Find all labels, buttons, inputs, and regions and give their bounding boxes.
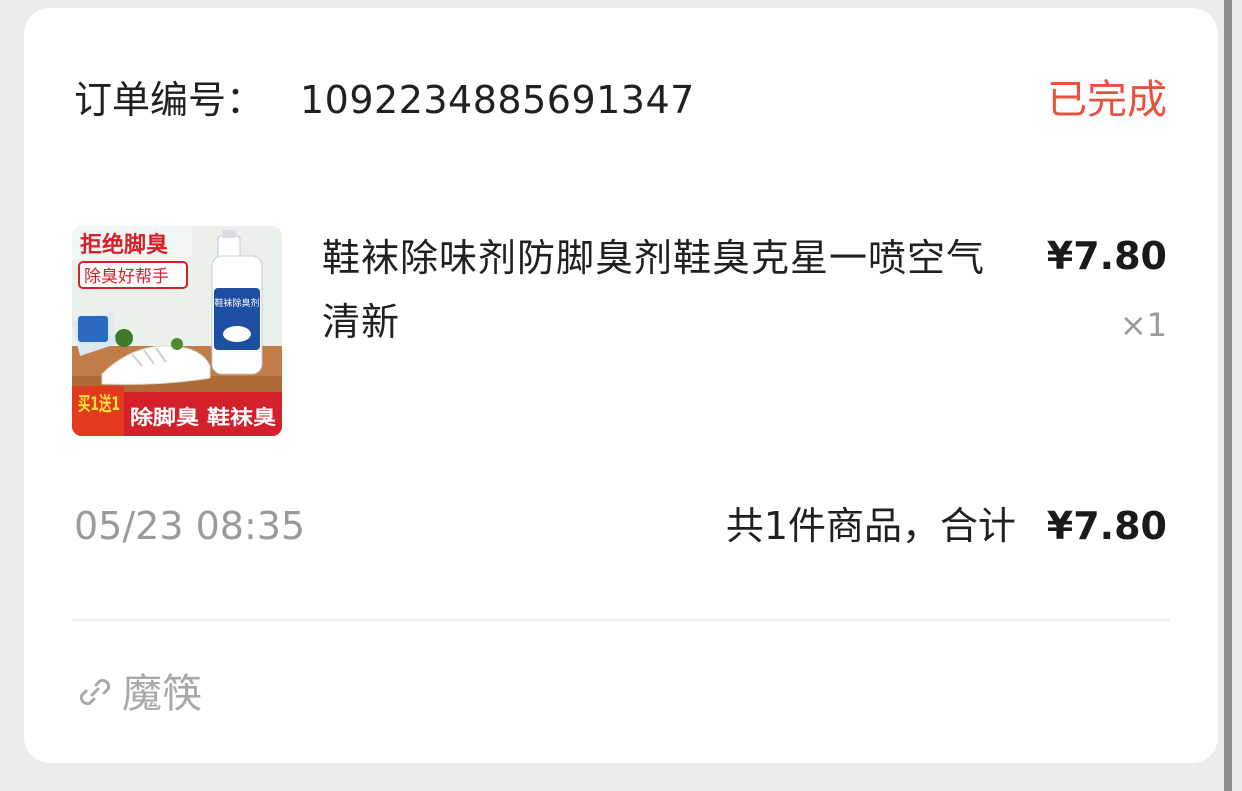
- product-image-art: 拒绝脚臭 除臭好帮手 鞋袜除臭剂 买1送1 除脚臭 鞋袜臭: [72, 226, 282, 436]
- order-date: 05/23 08:35: [74, 504, 306, 548]
- image-top-tag: 除臭好帮手: [84, 267, 169, 287]
- order-number: 1092234885691347: [300, 78, 695, 122]
- link-icon: [76, 673, 114, 715]
- image-bottom-banner: 除脚臭 鞋袜臭: [130, 405, 276, 429]
- product-quantity: ×1: [1119, 306, 1167, 344]
- divider: [72, 619, 1170, 621]
- product-price: ¥7.80: [1046, 234, 1167, 278]
- shop-link[interactable]: 魔筷: [76, 664, 202, 724]
- product-title[interactable]: 鞋袜除味剂防脚臭剂鞋臭克星一喷空气清新: [322, 226, 1022, 354]
- order-total: ¥7.80: [1046, 504, 1167, 548]
- image-promo: 买1送1: [78, 392, 120, 415]
- product-image[interactable]: 拒绝脚臭 除臭好帮手 鞋袜除臭剂 买1送1 除脚臭 鞋袜臭: [72, 226, 282, 436]
- order-summary: 共1件商品，合计: [725, 504, 1016, 548]
- order-status: 已完成: [1047, 77, 1167, 123]
- order-number-label: 订单编号：: [74, 78, 265, 122]
- image-top-title: 拒绝脚臭: [80, 232, 168, 258]
- shop-name: 魔筷: [122, 671, 202, 717]
- scrollbar[interactable]: [1224, 0, 1232, 791]
- image-bottle-label: 鞋袜除臭剂: [214, 297, 259, 309]
